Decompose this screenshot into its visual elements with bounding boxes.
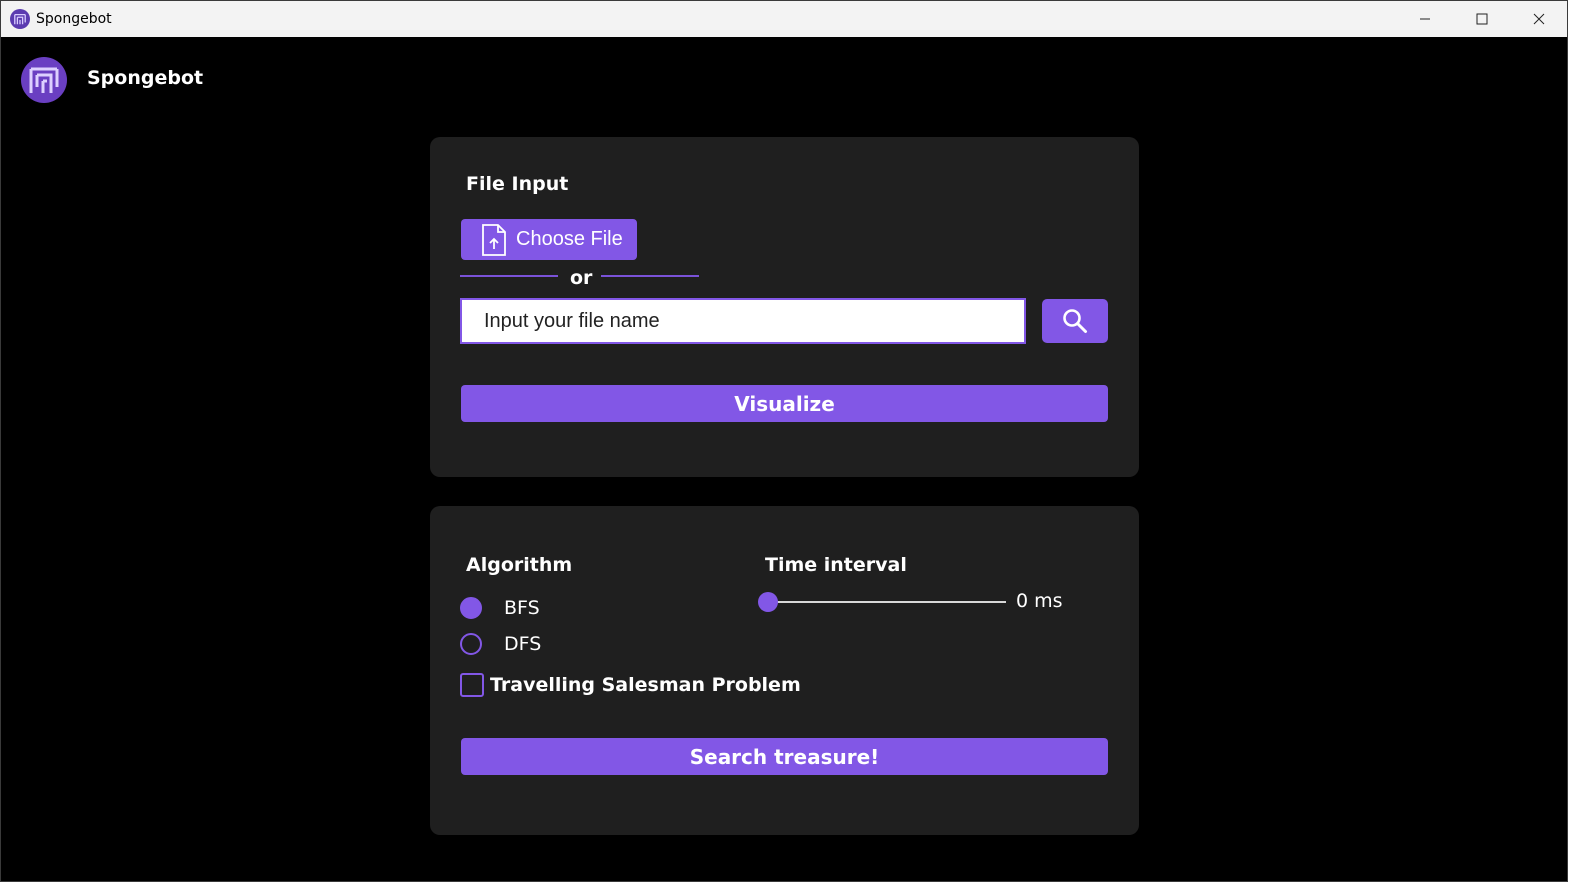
close-icon	[1533, 13, 1544, 25]
time-interval-value: 0 ms	[1016, 590, 1063, 612]
maximize-button[interactable]	[1453, 1, 1510, 37]
search-treasure-label: Search treasure!	[689, 744, 880, 769]
algorithm-label: Algorithm	[466, 554, 573, 576]
radio-bfs[interactable]	[460, 597, 482, 619]
radio-dfs-label: DFS	[504, 633, 542, 655]
visualize-button[interactable]: Visualize	[461, 385, 1108, 422]
time-interval-slider[interactable]	[758, 592, 1006, 612]
search-treasure-button[interactable]: Search treasure!	[461, 738, 1108, 775]
maze-logo-icon	[21, 57, 67, 103]
app-name: Spongebot	[87, 67, 204, 89]
search-icon	[1063, 309, 1087, 333]
radio-bfs-label: BFS	[504, 597, 540, 619]
radio-option-bfs[interactable]: BFS	[460, 597, 540, 619]
minimize-icon	[1419, 18, 1430, 20]
algorithm-card: Algorithm BFS DFS Travelling Salesman Pr…	[430, 506, 1139, 835]
window-controls	[1396, 1, 1567, 37]
slider-thumb[interactable]	[758, 592, 778, 612]
choose-file-button[interactable]: Choose File	[461, 219, 637, 260]
maximize-icon	[1476, 13, 1487, 25]
radio-option-dfs[interactable]: DFS	[460, 633, 541, 655]
search-button[interactable]	[1042, 299, 1108, 343]
file-input-card: File Input Choose File or Visualize	[430, 137, 1139, 477]
radio-dfs[interactable]	[460, 633, 482, 655]
divider-right	[601, 275, 699, 277]
window-title: Spongebot	[36, 11, 112, 27]
file-input-label: File Input	[466, 173, 569, 195]
app-logo-icon	[10, 9, 30, 29]
divider-left	[460, 275, 558, 277]
app-window: Spongebot Spongebot File Input Choose Fi…	[0, 0, 1568, 882]
file-name-input[interactable]	[460, 298, 1026, 344]
close-button[interactable]	[1510, 1, 1567, 37]
time-interval-label: Time interval	[765, 554, 907, 576]
or-text: or	[570, 267, 593, 289]
visualize-label: Visualize	[734, 391, 835, 416]
tsp-label: Travelling Salesman Problem	[490, 674, 801, 696]
choose-file-label: Choose File	[516, 228, 623, 250]
minimize-button[interactable]	[1396, 1, 1453, 37]
tsp-option[interactable]: Travelling Salesman Problem	[460, 673, 801, 697]
tsp-checkbox[interactable]	[460, 673, 484, 697]
file-upload-icon	[482, 223, 506, 256]
title-bar: Spongebot	[1, 1, 1567, 37]
